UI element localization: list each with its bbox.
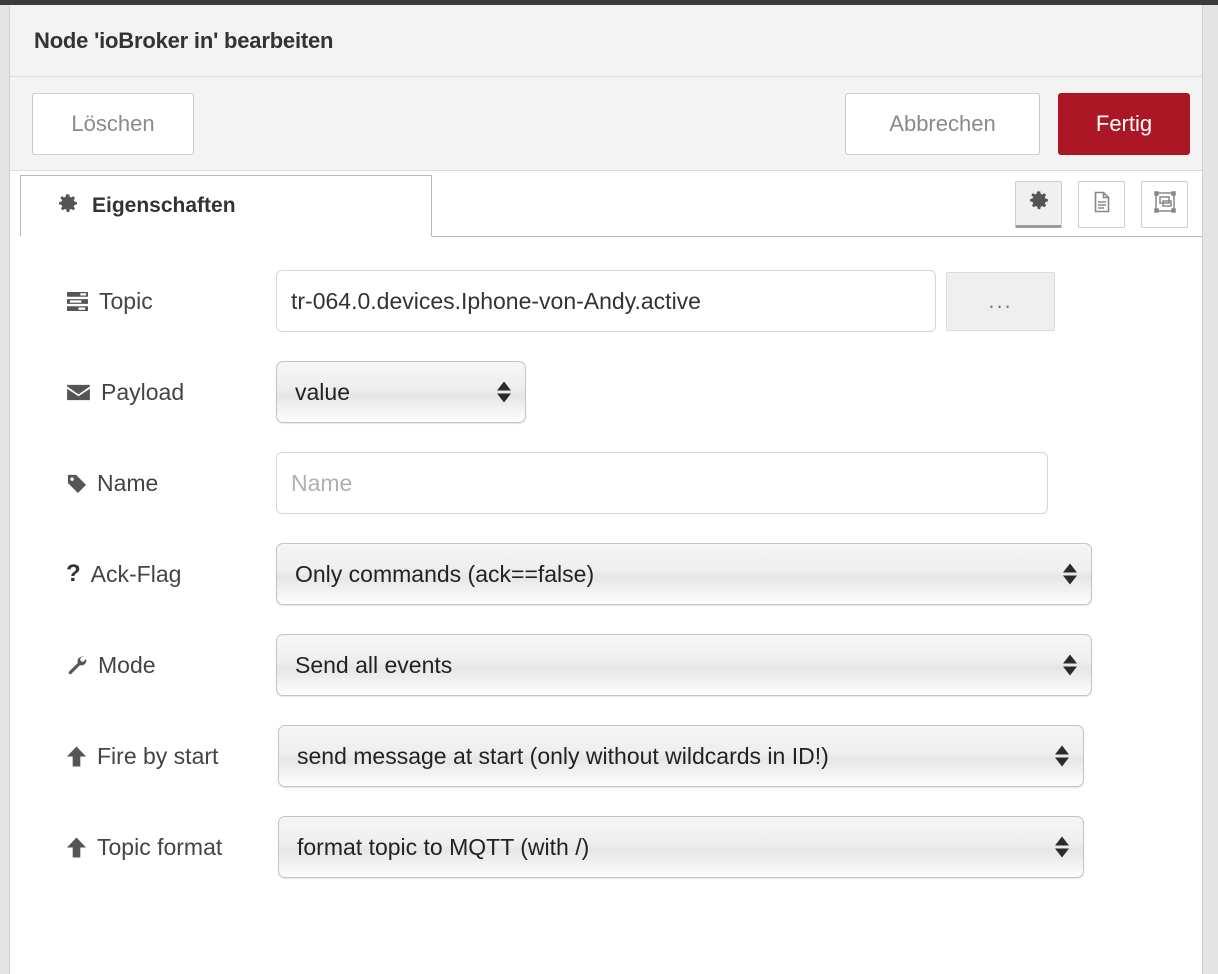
toolbar-right-group: Abbrechen Fertig <box>845 77 1190 171</box>
topic-browse-button[interactable]: ... <box>946 271 1055 331</box>
payload-label: Payload <box>66 379 276 406</box>
appearance-view-button[interactable] <box>1141 180 1188 228</box>
topic-format-label: Topic format <box>66 834 278 861</box>
page-gutter-right <box>1202 5 1218 974</box>
delete-button[interactable]: Löschen <box>32 92 194 155</box>
select-arrows-icon <box>1063 563 1077 585</box>
arrow-up-icon <box>66 836 87 859</box>
node-edit-dialog-screen: Node 'ioBroker in' bearbeiten Löschen Ab… <box>0 0 1218 974</box>
name-label-text: Name <box>97 469 159 496</box>
form-row-mode: Mode Send all events <box>10 634 1202 696</box>
topic-label: Topic <box>66 288 276 315</box>
tag-icon <box>66 473 87 494</box>
topic-format-select[interactable]: format topic to MQTT (with /) <box>278 816 1084 878</box>
tasks-icon <box>66 291 89 312</box>
topic-format-select-value: format topic to MQTT (with /) <box>297 833 590 860</box>
form-row-fire-by-start: Fire by start send message at start (onl… <box>10 725 1202 787</box>
tab-label: Eigenschaften <box>92 194 236 217</box>
fire-by-start-label: Fire by start <box>66 743 278 770</box>
cancel-button[interactable]: Abbrechen <box>845 93 1040 155</box>
payload-select-value: value <box>295 378 350 405</box>
mode-select[interactable]: Send all events <box>276 634 1092 696</box>
payload-label-text: Payload <box>101 378 185 405</box>
topic-format-label-text: Topic format <box>97 833 223 860</box>
form-row-topic-format: Topic format format topic to MQTT (with … <box>10 816 1202 878</box>
gear-icon <box>57 193 79 220</box>
payload-select[interactable]: value <box>276 361 526 423</box>
ack-flag-label-text: Ack-Flag <box>90 560 182 587</box>
gear-icon <box>1028 190 1050 217</box>
ack-flag-label: ? Ack-Flag <box>66 561 276 588</box>
topic-label-text: Topic <box>99 287 153 314</box>
description-icon <box>1090 190 1114 219</box>
mode-label: Mode <box>66 652 276 679</box>
arrow-up-icon <box>66 745 87 768</box>
fire-by-start-select-value: send message at start (only without wild… <box>297 742 829 769</box>
edit-node-dialog: Node 'ioBroker in' bearbeiten Löschen Ab… <box>10 5 1202 974</box>
page-title: Node 'ioBroker in' bearbeiten <box>34 27 334 53</box>
wrench-icon <box>66 654 88 676</box>
dialog-toolbar: Löschen Abbrechen Fertig <box>10 77 1202 171</box>
select-arrows-icon <box>1055 745 1069 767</box>
appearance-icon <box>1153 190 1177 219</box>
form-row-payload: Payload value <box>10 361 1202 423</box>
form-row-name: Name <box>10 452 1202 514</box>
mode-select-value: Send all events <box>295 651 453 678</box>
description-view-button[interactable] <box>1078 180 1125 228</box>
select-arrows-icon <box>497 381 511 403</box>
ack-flag-select-value: Only commands (ack==false) <box>295 560 595 587</box>
topic-input[interactable] <box>276 270 936 332</box>
name-input[interactable] <box>276 452 1048 514</box>
page-gutter-left <box>0 5 10 974</box>
properties-form: Topic ... Payload value <box>10 237 1202 972</box>
question-icon: ? <box>66 560 81 587</box>
ack-flag-select[interactable]: Only commands (ack==false) <box>276 543 1092 605</box>
select-arrows-icon <box>1055 836 1069 858</box>
properties-view-button[interactable] <box>1015 180 1062 228</box>
form-row-ack-flag: ? Ack-Flag Only commands (ack==false) <box>10 543 1202 605</box>
tab-eigenschaften[interactable]: Eigenschaften <box>20 175 432 237</box>
fire-by-start-select[interactable]: send message at start (only without wild… <box>278 725 1084 787</box>
envelope-icon <box>66 383 91 402</box>
done-button[interactable]: Fertig <box>1058 93 1190 155</box>
dialog-header: Node 'ioBroker in' bearbeiten <box>10 5 1202 77</box>
name-label: Name <box>66 470 276 497</box>
form-row-topic: Topic ... <box>10 270 1202 332</box>
tab-bar: Eigenschaften <box>10 171 1202 237</box>
select-arrows-icon <box>1063 654 1077 676</box>
tab-icon-button-group <box>1015 171 1188 237</box>
fire-by-start-label-text: Fire by start <box>97 742 219 769</box>
mode-label-text: Mode <box>98 651 156 678</box>
